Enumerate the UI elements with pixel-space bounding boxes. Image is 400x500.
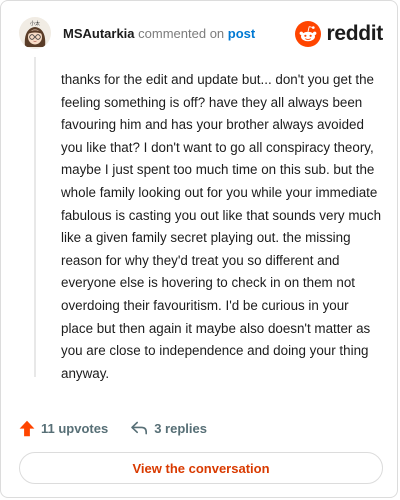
avatar-text: 小太 xyxy=(30,20,40,27)
upvote-count: 11 upvotes xyxy=(41,420,109,436)
comment-header: 小太 MSAutarkia commented on post reddit xyxy=(19,15,383,55)
reddit-snoo-icon xyxy=(295,21,322,47)
upvote-button[interactable]: 11 upvotes xyxy=(19,420,108,437)
reply-arrow-icon xyxy=(131,421,148,435)
thread-line[interactable] xyxy=(34,57,36,377)
reddit-wordmark: reddit xyxy=(326,22,383,45)
view-conversation-button[interactable]: View the conversation xyxy=(19,452,383,484)
reddit-logo[interactable]: reddit xyxy=(295,20,383,48)
comment-body: thanks for the edit and update but... do… xyxy=(61,72,382,381)
action-text: commented on xyxy=(138,26,225,41)
comment-meta: MSAutarkia commented on post xyxy=(63,26,255,41)
author-name[interactable]: MSAutarkia xyxy=(63,26,135,41)
avatar-image: 小太 xyxy=(19,17,51,49)
upvote-arrow-icon xyxy=(19,420,35,436)
post-link[interactable]: post xyxy=(228,26,255,41)
comment-card: 小太 MSAutarkia commented on post reddit t… xyxy=(0,0,398,498)
replies-button[interactable]: 3 replies xyxy=(130,420,207,436)
avatar[interactable]: 小太 xyxy=(19,17,51,49)
reply-count: 3 replies xyxy=(154,420,207,436)
comment-actions: 11 upvotes 3 replies xyxy=(19,417,207,439)
